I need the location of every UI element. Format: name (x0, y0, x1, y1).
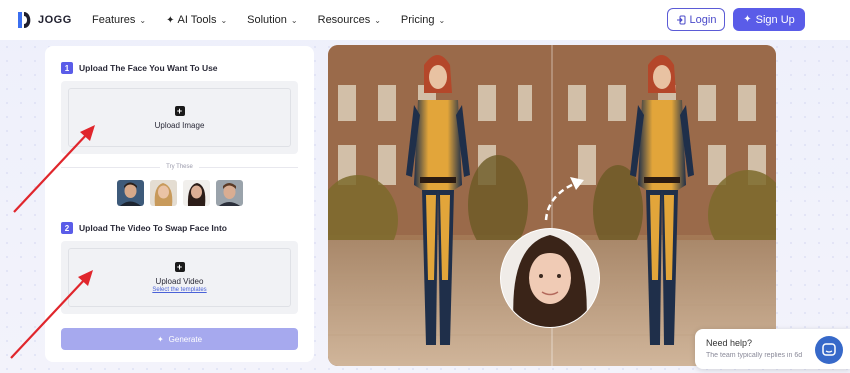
chat-launcher-button[interactable] (815, 336, 843, 364)
help-title: Need help? (706, 338, 753, 348)
chat-icon (822, 343, 836, 356)
help-subtitle: The team typically replies in 6d (706, 352, 803, 359)
face-swap-preview-image (328, 45, 776, 366)
